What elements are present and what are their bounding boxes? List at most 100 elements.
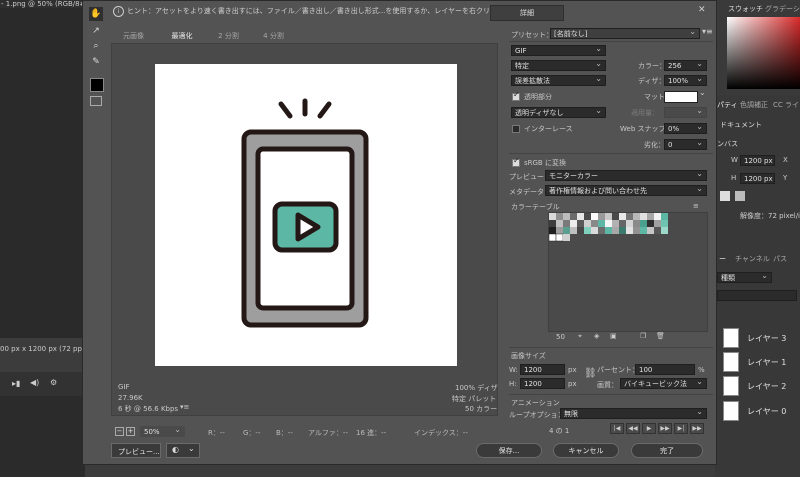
color-spectrum[interactable]	[727, 17, 800, 89]
status-hex: 16 進：--	[356, 429, 387, 437]
tab-cc-libraries[interactable]: CC ライ	[773, 100, 799, 110]
cancel-button[interactable]: キャンセル	[553, 443, 619, 458]
chevron-down-icon[interactable]: ⌄	[699, 88, 706, 97]
divider	[509, 347, 713, 348]
map-color-icon[interactable]: ⌖	[578, 332, 582, 341]
info-size: 27.96K	[118, 394, 143, 402]
orientation-portrait-icon[interactable]	[720, 191, 730, 201]
step-icon[interactable]: ▸▮	[12, 379, 20, 388]
zoom-select[interactable]: 50%	[140, 426, 185, 437]
image-height-field[interactable]: 1200	[520, 378, 565, 389]
metadata-select[interactable]: 著作権情報および問い合わせ先	[545, 185, 707, 196]
layer-kind-filter[interactable]: 種類	[717, 272, 772, 283]
close-hint-icon[interactable]: ✕	[698, 5, 706, 15]
toggle-slices-icon[interactable]	[90, 96, 102, 106]
tab-paths[interactable]: パス	[773, 254, 787, 264]
orientation-landscape-icon[interactable]	[735, 191, 745, 201]
tab-properties[interactable]: パティ	[717, 100, 738, 110]
lock-color-icon[interactable]: ▣	[610, 332, 617, 340]
transparency-dither-select[interactable]: 透明ディザなし	[511, 107, 606, 118]
next-frame-button[interactable]: ▶▶	[658, 423, 672, 434]
new-color-icon[interactable]: ❐	[640, 332, 646, 340]
canvas-width-field[interactable]: 1200 px	[740, 155, 775, 166]
status-g: G：--	[243, 429, 261, 437]
prev-frame-button[interactable]: ◀◀	[626, 423, 640, 434]
tab-original[interactable]: 元画像	[111, 30, 156, 43]
browser-select[interactable]: ◐ ⌄	[166, 443, 200, 458]
zoom-in-button[interactable]: +	[126, 427, 135, 436]
play-button[interactable]: ▶	[642, 423, 656, 434]
preset-label: プリセット：	[511, 31, 553, 39]
color-table-menu-icon[interactable]: ≡	[693, 202, 699, 210]
last-frame-button[interactable]: ▶|	[674, 423, 688, 434]
web-snap-field[interactable]: 0%	[664, 123, 707, 134]
preview-in-browser-button[interactable]: プレビュー...	[111, 443, 161, 458]
details-button[interactable]: 詳細	[490, 5, 564, 21]
zoom-tool-icon[interactable]: ⌕	[89, 39, 103, 53]
color-preview-select[interactable]: モニターカラー	[545, 170, 707, 181]
loop-frame-button[interactable]: ▶▶	[690, 423, 704, 434]
speed-menu-icon[interactable]: ▾≡	[180, 403, 189, 411]
hint-text: ヒント：アセットをより速く書き出すには、ファイル／書き出し／書き出し形式...を…	[127, 7, 542, 15]
tab-channels[interactable]: チャンネル	[735, 254, 770, 264]
percent-field[interactable]: 100	[635, 364, 695, 375]
done-button[interactable]: 完了	[631, 443, 703, 458]
chevron-down-icon: ⌄	[188, 444, 195, 453]
background-doc-tab[interactable]: - 1.png @ 50% (RGB/8#	[0, 0, 90, 8]
tab-adjustments[interactable]: 色調補正	[740, 100, 768, 110]
eyedropper-color-swatch[interactable]	[90, 78, 104, 92]
color-table-title: カラーテーブル	[511, 203, 560, 211]
canvas-height-field[interactable]: 1200 px	[740, 173, 775, 184]
dither-label: ディザ：	[638, 77, 666, 85]
srgb-checkbox[interactable]	[512, 156, 520, 167]
layer-row[interactable]: レイヤー 1	[720, 351, 800, 373]
color-reduction-select[interactable]: 特定	[511, 60, 606, 71]
layer-row[interactable]: レイヤー 2	[720, 375, 800, 397]
preset-menu-icon[interactable]: ▾≡	[702, 27, 713, 36]
image-width-field[interactable]: 1200	[520, 364, 565, 375]
quality-select[interactable]: バイキュービック法	[620, 378, 707, 389]
status-r: R：--	[208, 429, 225, 437]
image-height-unit: px	[568, 380, 577, 388]
lossy-field[interactable]: 0	[664, 139, 707, 150]
web-shift-icon[interactable]: ◈	[594, 332, 599, 340]
preview-image[interactable]	[155, 64, 457, 366]
tab-swatches[interactable]: スウォッチ	[728, 4, 763, 14]
colors-field[interactable]: 256	[664, 60, 707, 71]
audio-icon[interactable]: ◀)	[30, 378, 39, 387]
zoom-out-button[interactable]: −	[115, 427, 124, 436]
link-proportions-icon[interactable]: ⛓	[584, 368, 597, 379]
layer-search-field[interactable]	[717, 290, 797, 301]
layer-row[interactable]: レイヤー 0	[720, 400, 800, 422]
document-label: ドキュメント	[720, 121, 762, 129]
amount-field[interactable]	[664, 107, 707, 118]
trash-icon[interactable]: 🗑	[656, 332, 665, 340]
layer-thumbnail	[723, 328, 739, 348]
preset-select[interactable]: [名前なし]	[550, 28, 700, 39]
slice-select-tool-icon[interactable]: ↗	[89, 24, 103, 38]
tab-2-up[interactable]: 2 分割	[206, 30, 251, 43]
layer-thumbnail	[723, 376, 739, 396]
hand-tool-icon[interactable]: ✋	[89, 7, 103, 21]
transparency-label: 透明部分	[524, 93, 552, 101]
dither-algorithm-select[interactable]: 誤差拡散法	[511, 75, 606, 86]
tab-gradients[interactable]: グラデーション	[765, 4, 800, 14]
format-select[interactable]: GIF	[511, 45, 606, 56]
layer-row[interactable]: レイヤー 3	[720, 327, 800, 349]
canvas-x-label: X	[783, 156, 788, 164]
first-frame-button[interactable]: |◀	[610, 423, 624, 434]
tab-layers[interactable]: ー	[719, 254, 726, 264]
dither-field[interactable]: 100%	[664, 75, 707, 86]
color-table-grid[interactable]	[548, 212, 708, 332]
tab-optimized[interactable]: 最適化	[158, 30, 206, 43]
matte-swatch[interactable]	[664, 91, 698, 103]
swatch-panel: スウォッチ グラデーション	[715, 0, 800, 95]
canvas-w-label: W	[731, 156, 738, 164]
transparency-checkbox[interactable]	[512, 90, 520, 101]
save-button[interactable]: 保存...	[476, 443, 542, 458]
eyedropper-tool-icon[interactable]: ✎	[89, 55, 103, 69]
settings-icon[interactable]: ⚙	[50, 378, 57, 387]
tab-4-up[interactable]: 4 分割	[251, 30, 296, 43]
loop-select[interactable]: 無限	[560, 408, 707, 419]
interlace-checkbox[interactable]	[512, 125, 520, 133]
